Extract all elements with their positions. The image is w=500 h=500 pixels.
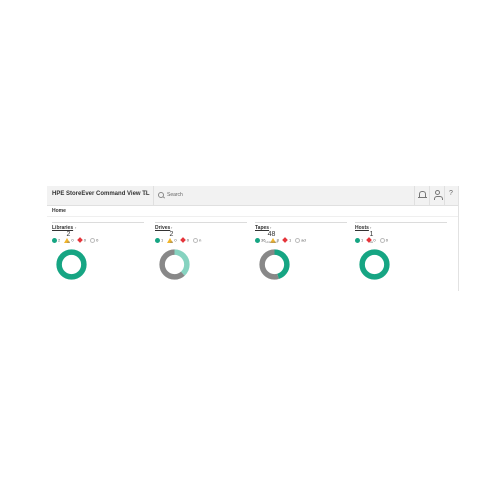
donut-value: 2 (169, 231, 174, 238)
app-title[interactable]: HPE StoreEver Command View TL (52, 191, 150, 197)
page-title: Home (52, 208, 66, 214)
user-button[interactable] (429, 186, 445, 205)
unknown-count-value: 0 (96, 237, 99, 243)
app-window: HPE StoreEver Command View TL ⌄ ? Home L… (47, 186, 459, 291)
donut-segment[interactable] (359, 249, 390, 280)
hosts-card: Hosts › 1 0 0 1 ok (355, 222, 447, 286)
donut-value: 48 (267, 231, 276, 238)
help-icon: ? (449, 190, 453, 197)
critical-count-value: 1 (288, 237, 292, 243)
unknown-count-value: ad (301, 237, 306, 243)
divider (47, 216, 458, 217)
donut-label: ok (66, 240, 71, 244)
unknown-count-value: n (199, 237, 202, 243)
notifications-button[interactable] (414, 186, 430, 205)
unknown-icon (193, 237, 199, 243)
donut-center: 2 ok (155, 222, 188, 255)
top-bar: HPE StoreEver Command View TL ⌄ ? (47, 186, 458, 206)
libraries-card: Libraries › 2 0 0 0 2 ok (52, 222, 144, 286)
user-icon (434, 190, 443, 200)
bell-icon (418, 191, 427, 198)
donut-value: 1 (369, 231, 374, 238)
drives-card: Drives › 1 0 0 n 2 ok (155, 222, 247, 286)
unknown-count[interactable]: n (193, 237, 202, 243)
donut-label: ok (169, 240, 174, 244)
donut-segment[interactable] (56, 249, 87, 280)
unknown-icon (90, 237, 96, 243)
search-bar[interactable] (153, 186, 404, 205)
donut-center: 2 ok (52, 222, 85, 255)
search-icon (158, 192, 164, 198)
donut-value: 2 (66, 231, 71, 238)
search-input[interactable] (167, 190, 367, 200)
unknown-icon (295, 237, 301, 243)
donut-label: ok (369, 240, 374, 244)
chevron-down-icon[interactable]: ⌄ (142, 190, 147, 197)
unknown-count[interactable]: ad (295, 237, 306, 243)
help-button[interactable]: ? (444, 186, 460, 205)
donut-center: 1 ok (355, 222, 388, 255)
donut-center: 48 Unknown (255, 222, 288, 255)
donut-label: Unknown (265, 240, 278, 244)
unknown-count[interactable]: 0 (90, 237, 99, 243)
tapes-card: Tapes › 36 8 1 ad 48 Unknown (255, 222, 347, 286)
